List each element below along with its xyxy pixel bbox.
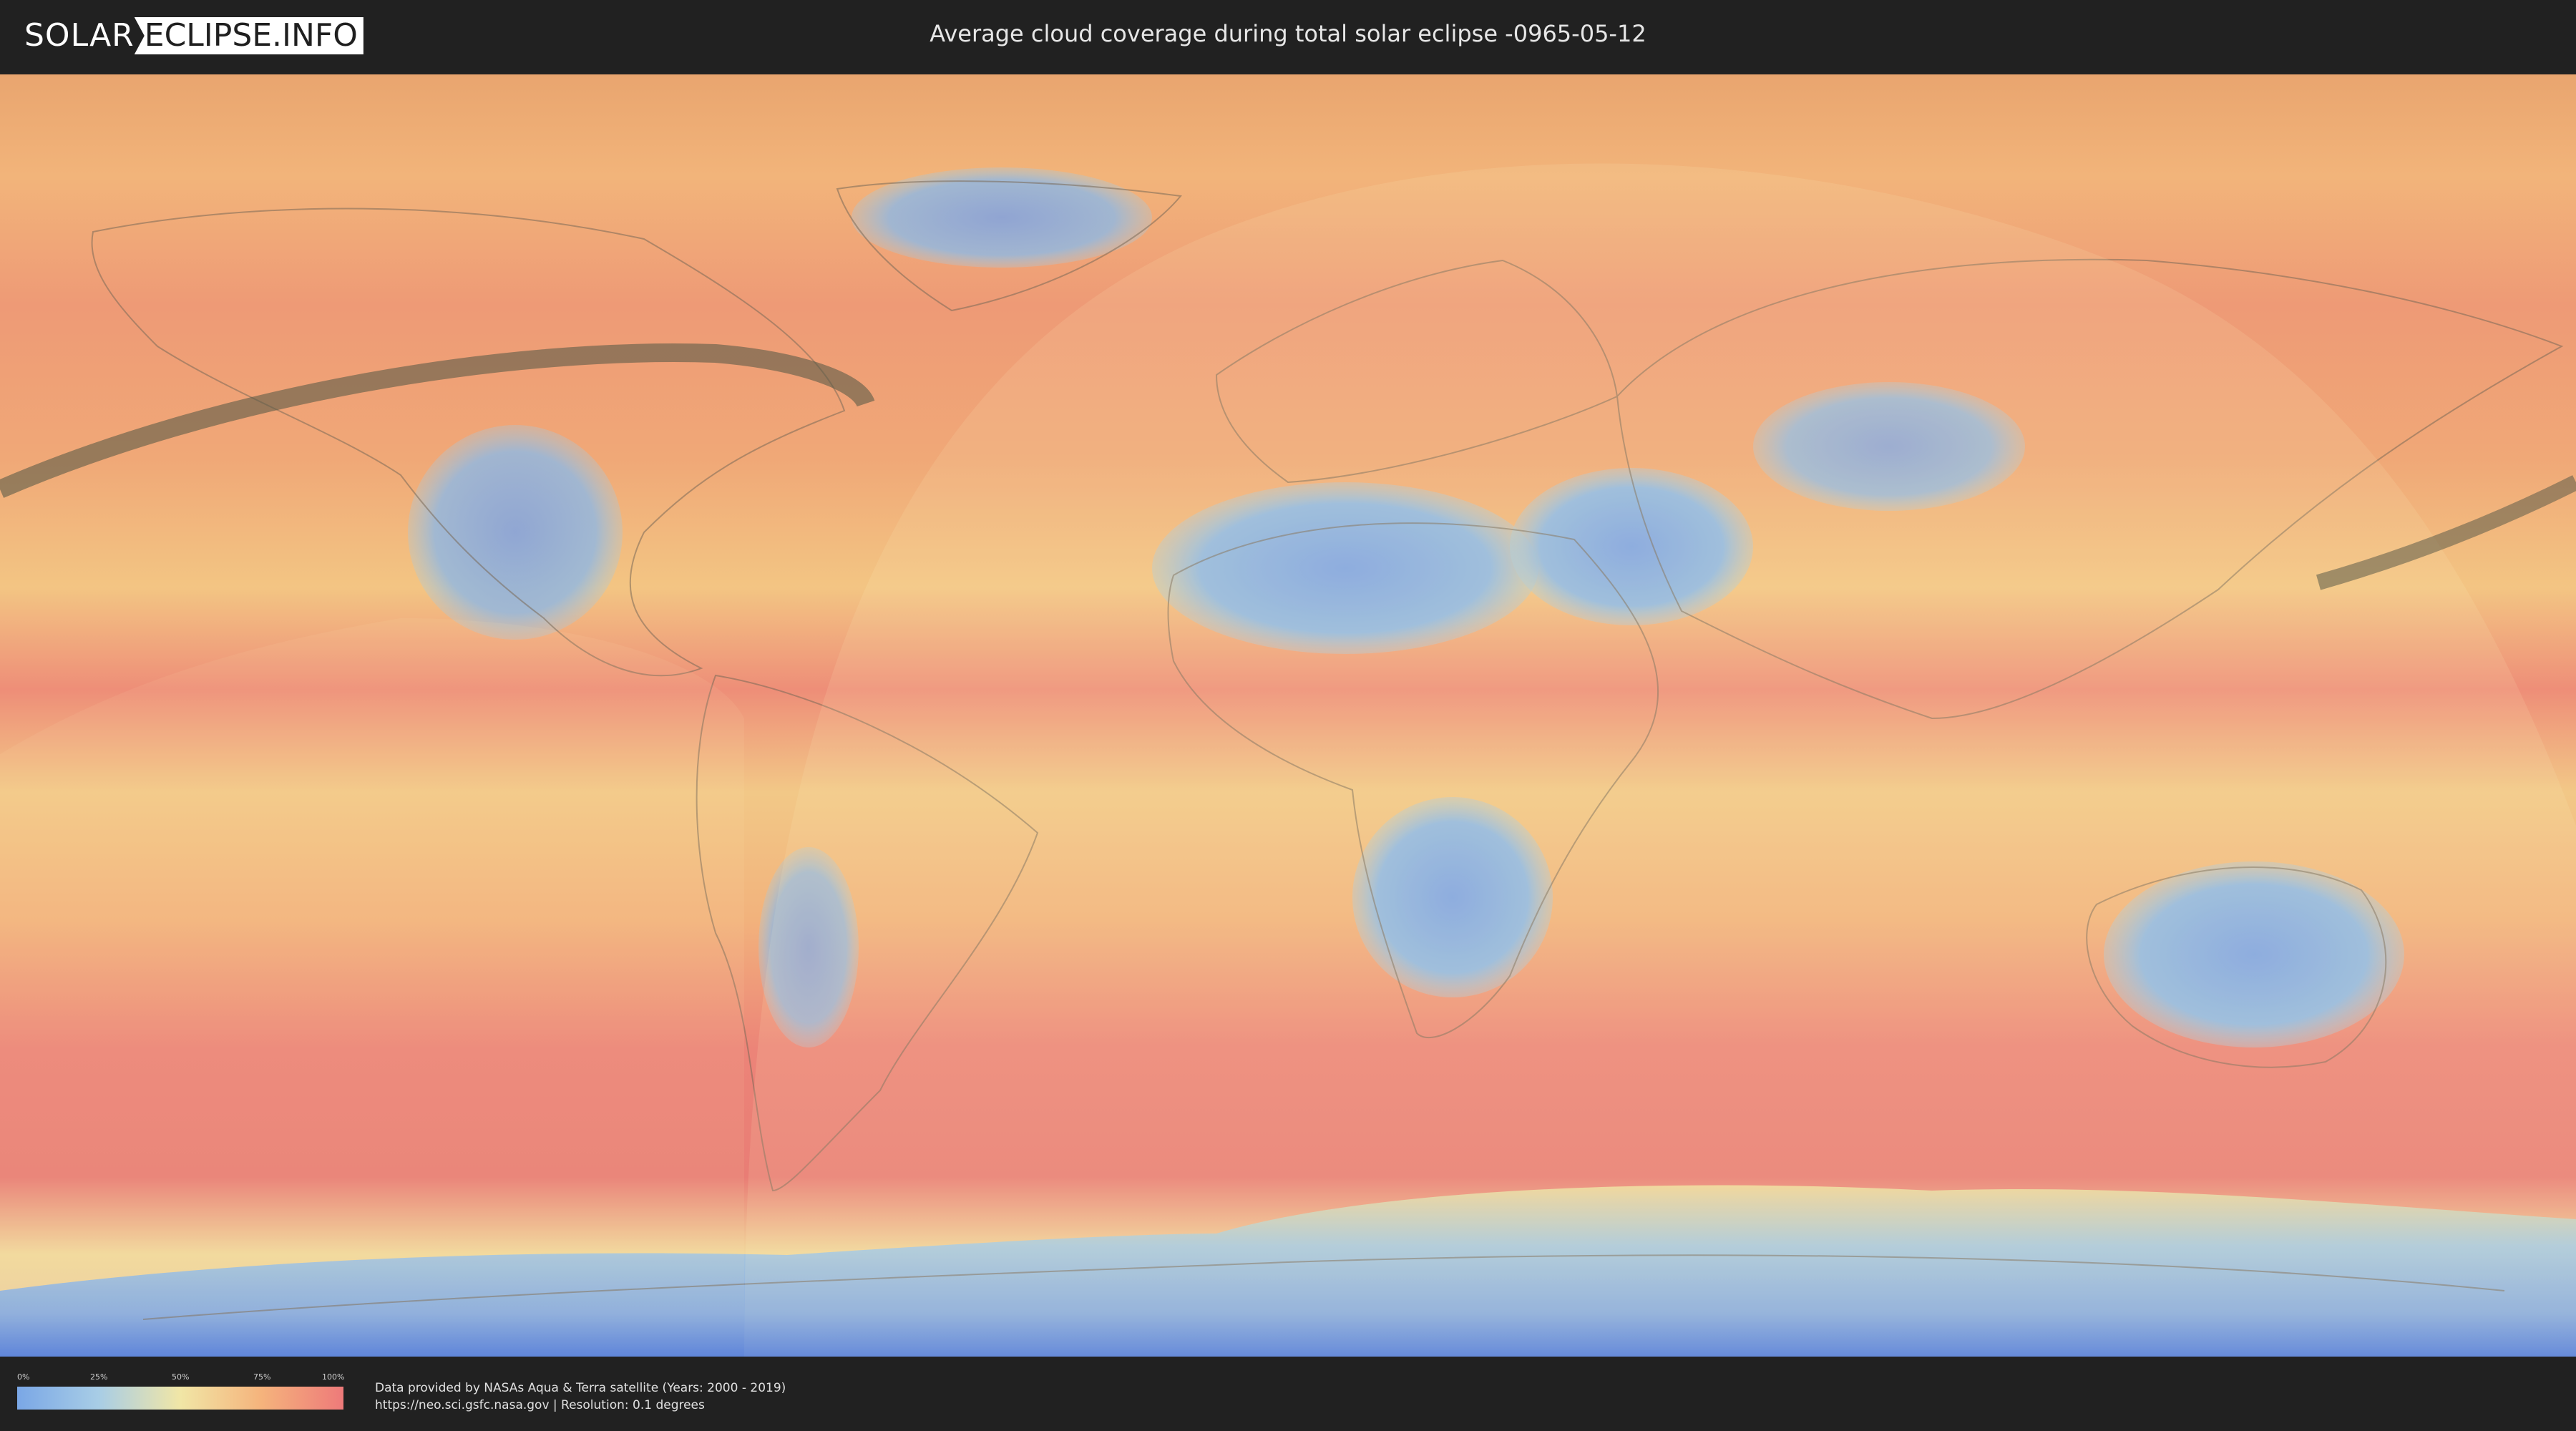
header-bar: SOLAR ECLIPSE.INFO Average cloud coverag…	[0, 0, 2576, 72]
data-credits: Data provided by NASAs Aqua & Terra sate…	[375, 1379, 786, 1414]
legend-color-bar	[17, 1387, 343, 1410]
cloud-coverage-map	[0, 74, 2576, 1357]
legend-tick-50: 50%	[172, 1372, 190, 1382]
legend-tick-75: 75%	[253, 1372, 271, 1382]
credits-line-source: Data provided by NASAs Aqua & Terra sate…	[375, 1381, 786, 1395]
page-title: Average cloud coverage during total sola…	[930, 20, 1646, 47]
credits-line-url[interactable]: https://neo.sci.gsfc.nasa.gov | Resoluti…	[375, 1397, 786, 1414]
north-america-clear-region	[408, 425, 623, 640]
legend-tick-25: 25%	[90, 1372, 108, 1382]
eclipse-shade-west	[0, 618, 744, 1357]
legend-tick-0: 0%	[17, 1372, 30, 1382]
legend-tick-100: 100%	[322, 1372, 345, 1382]
